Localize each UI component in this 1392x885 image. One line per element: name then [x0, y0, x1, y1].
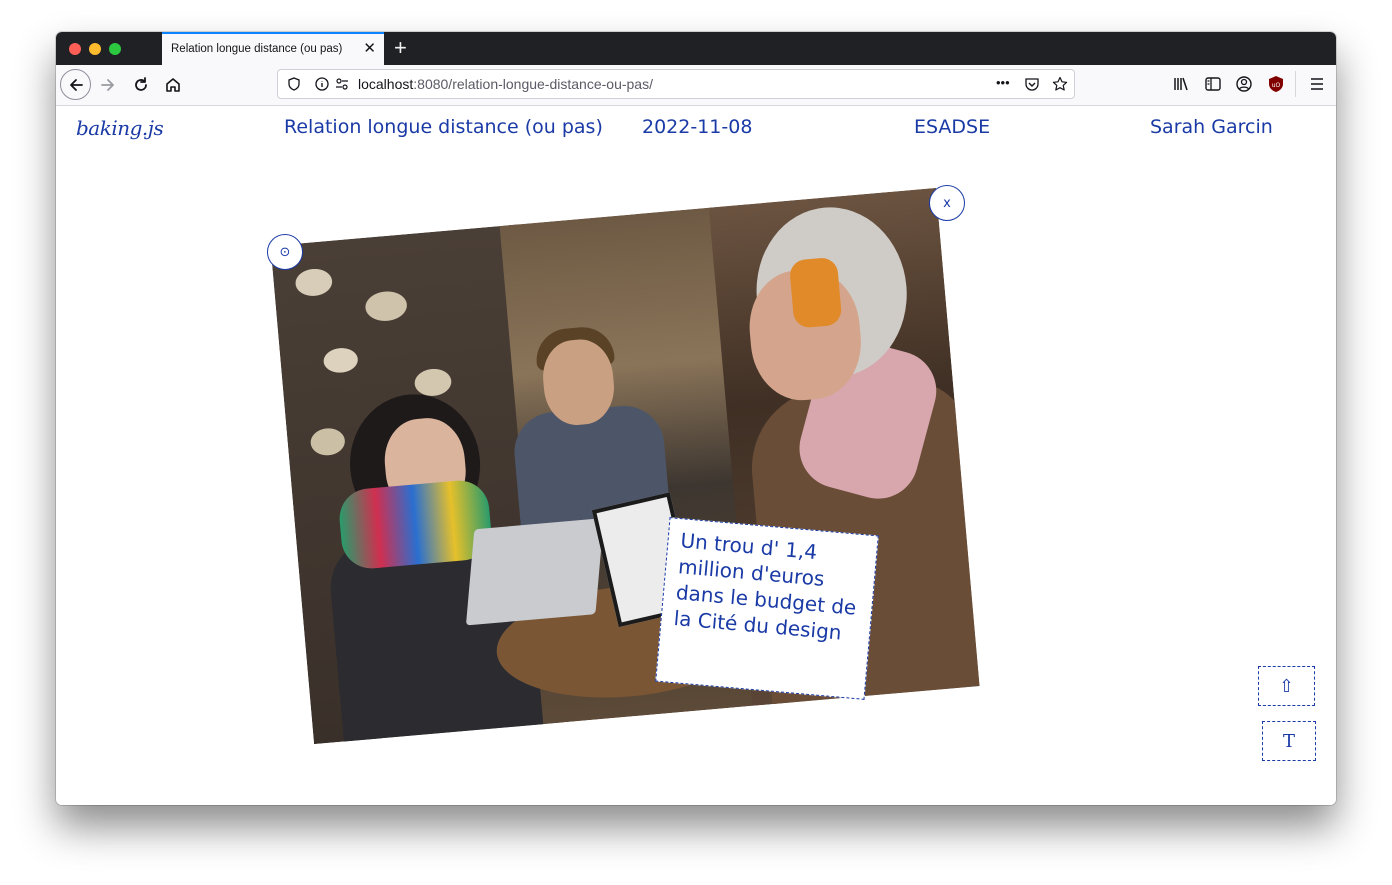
- url-text[interactable]: localhost:8080/relation-longue-distance-…: [358, 76, 653, 92]
- arrow-left-icon: [69, 78, 83, 91]
- reload-button[interactable]: [125, 69, 157, 101]
- back-button[interactable]: [60, 69, 91, 100]
- toolbar-divider: [1295, 71, 1296, 97]
- reload-icon: [135, 77, 147, 91]
- photo-card[interactable]: [270, 187, 980, 745]
- minimize-window-button[interactable]: [89, 43, 101, 55]
- home-icon: [166, 78, 180, 92]
- tab-bar: Relation longue distance (ou pas) ✕ +: [56, 32, 1336, 65]
- article-author: Sarah Garcin: [1150, 116, 1273, 138]
- library-icon[interactable]: [1172, 75, 1190, 93]
- browser-window: Relation longue distance (ou pas) ✕ + lo…: [56, 32, 1336, 805]
- page-actions-icon[interactable]: •••: [996, 75, 1010, 90]
- photo-headphone: [788, 256, 843, 329]
- forward-button[interactable]: [92, 69, 124, 101]
- close-card-button[interactable]: x: [929, 185, 965, 221]
- photo-laptop: [465, 518, 604, 626]
- ublock-icon[interactable]: uO: [1267, 75, 1285, 93]
- info-icon[interactable]: [314, 76, 330, 92]
- close-window-button[interactable]: [69, 43, 81, 55]
- site-logo[interactable]: baking.js: [76, 116, 164, 140]
- text-tool-button[interactable]: T: [1262, 721, 1316, 761]
- svg-text:uO: uO: [1272, 82, 1281, 89]
- tab-title: Relation longue distance (ou pas): [171, 43, 343, 55]
- sidebar-icon[interactable]: [1204, 75, 1222, 93]
- url-bar[interactable]: localhost:8080/relation-longue-distance-…: [277, 69, 1075, 99]
- url-host: localhost: [358, 76, 414, 92]
- article-date: 2022-11-08: [642, 116, 753, 138]
- permissions-icon[interactable]: [334, 76, 350, 92]
- url-path: :8080/relation-longue-distance-ou-pas/: [413, 76, 653, 92]
- star-icon[interactable]: [1052, 76, 1068, 92]
- arrow-right-icon: [101, 79, 114, 91]
- account-icon[interactable]: [1235, 75, 1253, 93]
- menu-icon[interactable]: [1308, 75, 1326, 93]
- page-content: baking.js Relation longue distance (ou p…: [56, 106, 1336, 805]
- caption-box[interactable]: Un trou d' 1,4 million d'euros dans le b…: [655, 517, 879, 700]
- tab-close-icon[interactable]: ✕: [363, 40, 376, 58]
- home-button[interactable]: [157, 69, 189, 101]
- new-tab-button[interactable]: +: [394, 36, 407, 60]
- article-title: Relation longue distance (ou pas): [284, 116, 603, 138]
- rotate-handle-icon[interactable]: ⊙: [267, 234, 303, 270]
- photo-woman-scarf: [337, 478, 494, 571]
- tab-active[interactable]: Relation longue distance (ou pas) ✕: [162, 32, 384, 65]
- maximize-window-button[interactable]: [109, 43, 121, 55]
- nav-bar: localhost:8080/relation-longue-distance-…: [56, 65, 1336, 106]
- shield-icon[interactable]: [286, 76, 302, 92]
- article-school: ESADSE: [914, 116, 991, 138]
- pocket-icon[interactable]: [1024, 76, 1040, 92]
- scroll-top-button[interactable]: ⇧: [1258, 666, 1315, 706]
